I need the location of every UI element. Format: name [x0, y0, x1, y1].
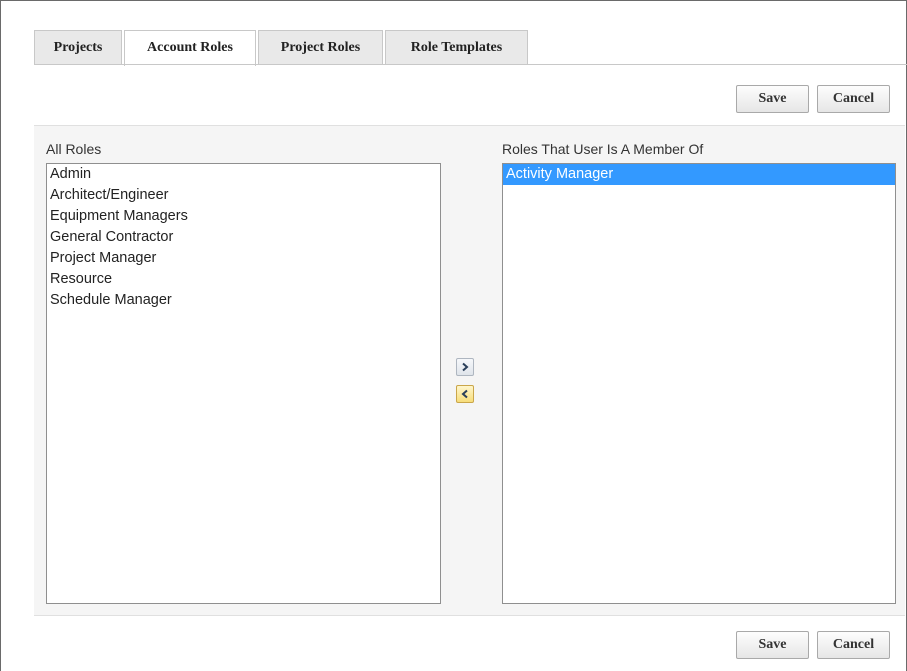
- list-item[interactable]: Equipment Managers: [47, 206, 440, 227]
- cancel-button-top[interactable]: Cancel: [817, 85, 890, 113]
- list-item[interactable]: Architect/Engineer: [47, 185, 440, 206]
- tab-account-roles[interactable]: Account Roles: [124, 30, 256, 66]
- member-roles-label: Roles That User Is A Member Of: [502, 141, 704, 157]
- save-button-top[interactable]: Save: [736, 85, 809, 113]
- member-roles-listbox[interactable]: Activity Manager: [502, 163, 896, 604]
- list-item-selected[interactable]: Activity Manager: [503, 164, 895, 185]
- roles-panel: All Roles Admin Architect/Engineer Equip…: [34, 125, 905, 616]
- tab-role-templates[interactable]: Role Templates: [385, 30, 528, 64]
- all-roles-listbox[interactable]: Admin Architect/Engineer Equipment Manag…: [46, 163, 441, 604]
- chevron-left-icon: [461, 389, 468, 399]
- list-item[interactable]: Resource: [47, 269, 440, 290]
- chevron-right-icon: [462, 362, 469, 372]
- all-roles-label: All Roles: [46, 141, 102, 157]
- list-item[interactable]: Project Manager: [47, 248, 440, 269]
- add-role-button[interactable]: [456, 358, 474, 376]
- cancel-button-bottom[interactable]: Cancel: [817, 631, 890, 659]
- list-item[interactable]: General Contractor: [47, 227, 440, 248]
- remove-role-button[interactable]: [456, 385, 474, 403]
- tab-project-roles[interactable]: Project Roles: [258, 30, 383, 64]
- list-item[interactable]: Schedule Manager: [47, 290, 440, 311]
- tab-divider: [34, 64, 907, 65]
- list-item[interactable]: Admin: [47, 164, 440, 185]
- tab-projects[interactable]: Projects: [34, 30, 122, 64]
- save-button-bottom[interactable]: Save: [736, 631, 809, 659]
